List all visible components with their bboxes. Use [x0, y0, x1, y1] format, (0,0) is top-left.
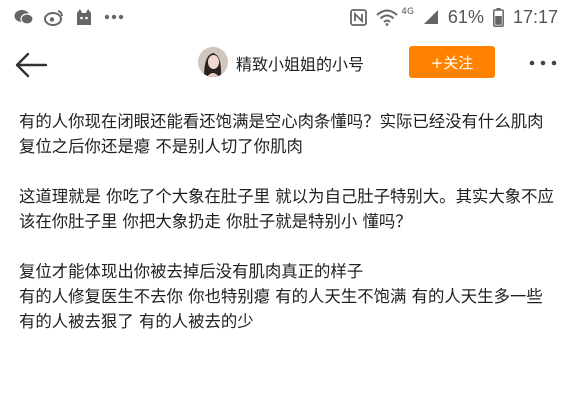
- nfc-icon: [350, 8, 368, 26]
- status-right-icons: 4G 61% 17:17: [350, 7, 558, 28]
- wechat-icon: [14, 9, 34, 25]
- post-line: 复位之后你还是瘪 不是别人切了你肌肉: [19, 137, 303, 156]
- back-arrow-icon: [15, 52, 48, 78]
- status-time: 17:17: [512, 6, 558, 27]
- more-options-button[interactable]: [528, 52, 558, 74]
- avatar[interactable]: [198, 47, 228, 77]
- status-left-icons: [14, 8, 124, 26]
- account-name[interactable]: 精致小姐姐的小号: [236, 51, 364, 75]
- more-dots-icon: [529, 60, 557, 66]
- signal-icon: [423, 9, 439, 25]
- post-line: 这道理就是 你吃了个大象在肚子里 就以为自己肚子特别大。其实大象不应该在你肚子里…: [19, 187, 554, 231]
- battery-icon: [493, 7, 504, 27]
- post-body: 有的人你现在闭眼还能看还饱满是空心肉条懂吗？实际已经没有什么肌肉 复位之后你还是…: [19, 109, 559, 334]
- status-bar: 4G 61% 17:17: [0, 0, 570, 34]
- post-line: 复位才能体现出你被去掉后没有肌肉真正的样子: [19, 262, 364, 281]
- follow-button[interactable]: +关注: [409, 46, 495, 78]
- avatar-image: [198, 47, 228, 77]
- post-line: 有的人修复医生不去你 你也特别瘪 有的人天生不饱满 有的人天生多一些 有的人被去…: [19, 287, 543, 331]
- network-type-label: 4G: [401, 7, 414, 17]
- cat-icon: [74, 8, 94, 26]
- weibo-icon: [44, 9, 64, 26]
- post-line: 有的人你现在闭眼还能看还饱满是空心肉条懂吗？实际已经没有什么肌肉: [19, 112, 544, 131]
- wifi-icon: [376, 9, 398, 26]
- battery-percent: 61%: [447, 6, 484, 27]
- top-navigation-bar: 精致小姐姐的小号 +关注: [0, 34, 570, 96]
- back-button[interactable]: [12, 49, 50, 81]
- more-dots-icon: [104, 14, 124, 20]
